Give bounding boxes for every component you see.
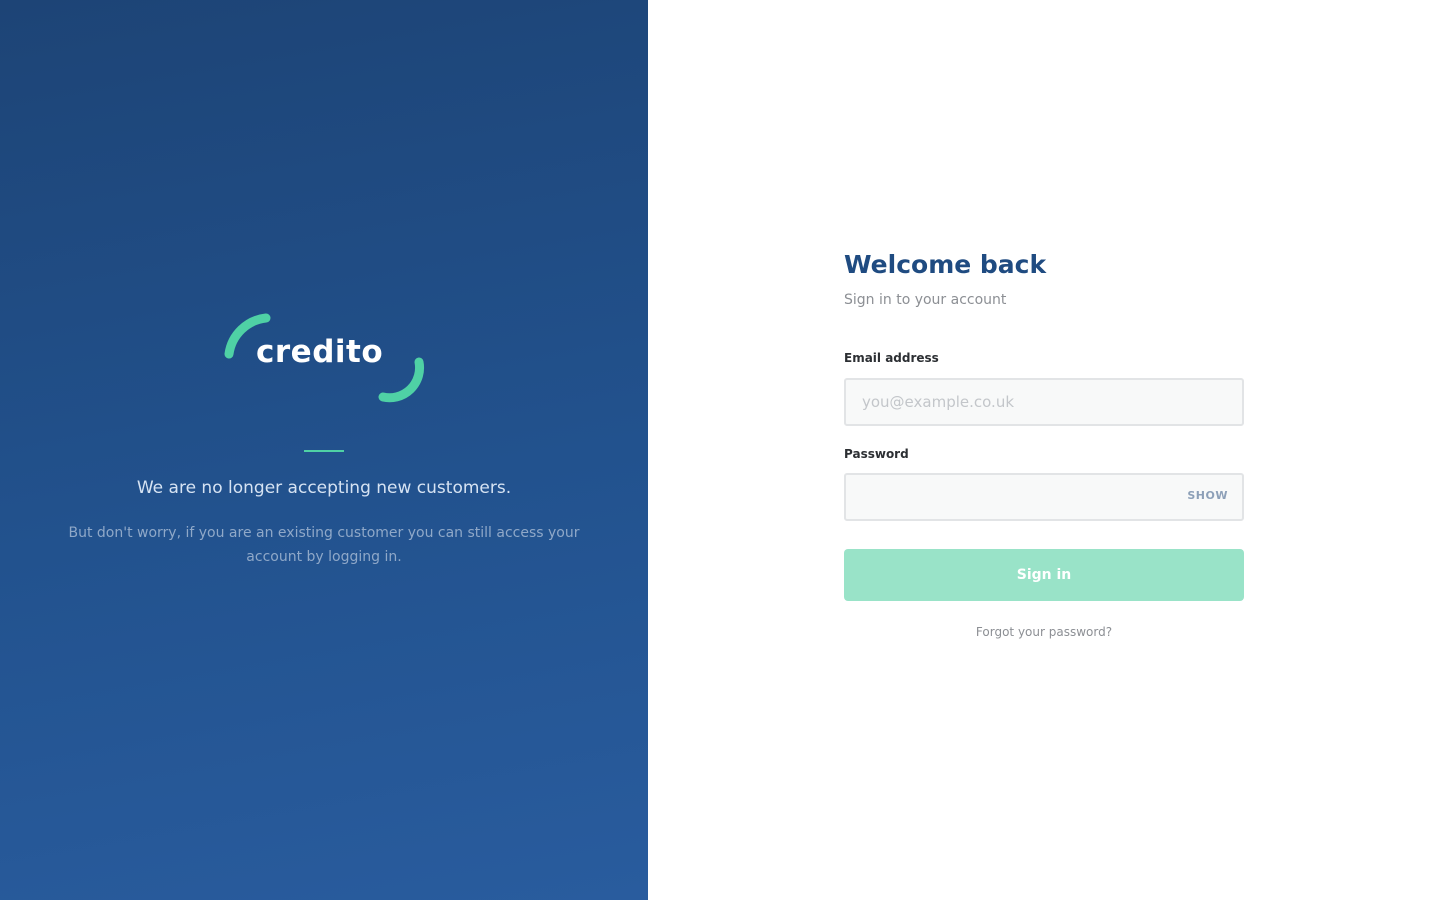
notice-headline: We are no longer accepting new customers… — [136, 478, 512, 498]
email-field[interactable] — [846, 380, 1242, 424]
notice-subtext: But don't worry, if you are an existing … — [68, 525, 580, 565]
email-field-wrapper — [844, 378, 1244, 426]
accent-divider — [304, 450, 344, 452]
password-field[interactable] — [846, 475, 1242, 519]
credito-logo: credito — [220, 310, 430, 406]
logo-wordmark: credito — [256, 334, 384, 370]
forgot-password-link[interactable]: Forgot your password? — [844, 625, 1244, 639]
email-label: Email address — [844, 351, 939, 365]
page-subtitle: Sign in to your account — [844, 292, 1007, 308]
page-title: Welcome back — [844, 250, 1047, 279]
sign-in-button[interactable]: Sign in — [844, 549, 1244, 601]
password-field-wrapper: SHOW — [844, 473, 1244, 521]
brand-panel: credito We are no longer accepting new c… — [0, 0, 648, 900]
password-label: Password — [844, 447, 909, 461]
show-password-button[interactable]: SHOW — [1187, 489, 1228, 502]
